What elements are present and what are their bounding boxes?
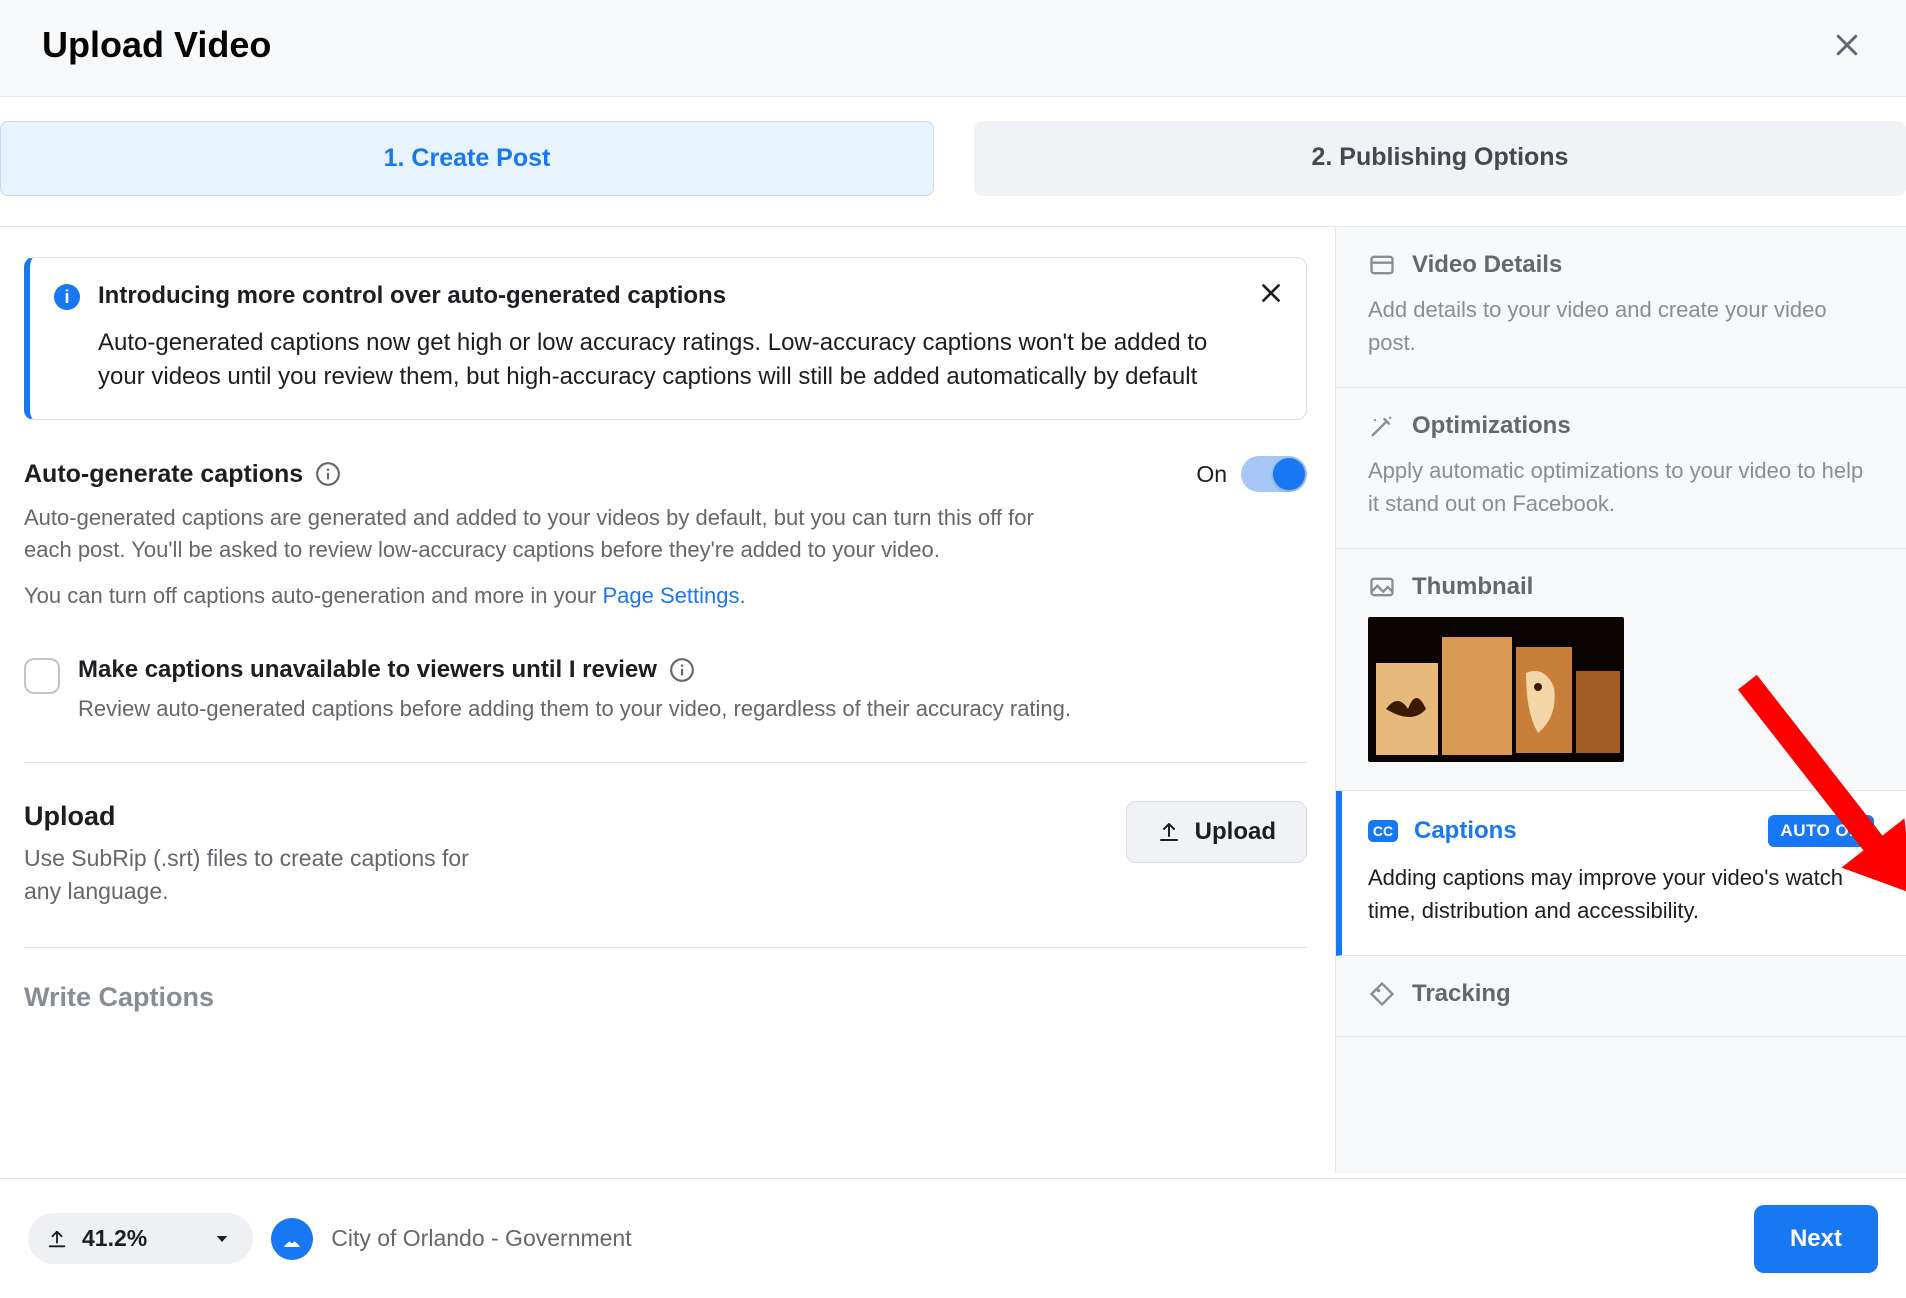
auto-generate-title: Auto-generate captions (24, 460, 303, 489)
info-banner-title: Introducing more control over auto-gener… (98, 282, 1238, 310)
upload-section-desc: Use SubRip (.srt) files to create captio… (24, 842, 504, 909)
upload-section-title: Upload (24, 801, 504, 832)
page-title: Upload Video (42, 24, 271, 66)
sidebar-item-video-details[interactable]: Video Details Add details to your video … (1336, 227, 1906, 388)
review-checkbox[interactable] (24, 658, 60, 694)
write-captions-title: Write Captions (24, 982, 1307, 1013)
review-checkbox-label: Make captions unavailable to viewers unt… (78, 656, 657, 684)
upload-progress-value: 41.2% (82, 1225, 147, 1252)
upload-button[interactable]: Upload (1126, 801, 1307, 863)
next-button[interactable]: Next (1754, 1205, 1878, 1273)
tag-icon (1368, 980, 1396, 1008)
close-icon (1832, 30, 1862, 60)
auto-generate-toggle[interactable] (1241, 456, 1307, 492)
review-checkbox-desc: Review auto-generated captions before ad… (78, 696, 1071, 722)
auto-generate-desc: Auto-generated captions are generated an… (24, 502, 1064, 566)
cc-icon: CC (1368, 820, 1398, 842)
sidebar-item-optimizations[interactable]: Optimizations Apply automatic optimizati… (1336, 388, 1906, 549)
close-icon (1258, 280, 1284, 306)
wand-icon (1368, 412, 1396, 440)
help-icon[interactable] (669, 657, 695, 683)
tab-create-post[interactable]: 1. Create Post (0, 121, 934, 196)
sidebar-item-tracking[interactable]: Tracking (1336, 956, 1906, 1037)
close-button[interactable] (1830, 28, 1864, 62)
auto-on-badge: AUTO ON (1768, 815, 1874, 847)
sidebar-item-captions[interactable]: CC Captions AUTO ON Adding captions may … (1336, 791, 1906, 956)
page-settings-link[interactable]: Page Settings (603, 583, 740, 608)
chevron-down-icon (213, 1230, 231, 1248)
page-avatar[interactable] (271, 1218, 313, 1260)
page-name-label: City of Orlando - Government (331, 1225, 631, 1252)
help-icon[interactable] (315, 461, 341, 487)
thumbnail-preview[interactable] (1368, 617, 1624, 762)
tab-publishing-options[interactable]: 2. Publishing Options (974, 121, 1906, 196)
upload-progress-dropdown[interactable]: 41.2% (28, 1213, 253, 1264)
toggle-state-label: On (1196, 461, 1227, 488)
card-icon (1368, 251, 1396, 279)
upload-icon (46, 1228, 68, 1250)
info-banner: i Introducing more control over auto-gen… (24, 257, 1307, 420)
sidebar-item-thumbnail[interactable]: Thumbnail (1336, 549, 1906, 791)
auto-generate-desc-2: You can turn off captions auto-generatio… (24, 580, 1064, 612)
image-icon (1368, 573, 1396, 601)
info-banner-body: Auto-generated captions now get high or … (98, 326, 1238, 393)
info-banner-close-button[interactable] (1256, 278, 1286, 308)
upload-icon (1157, 820, 1181, 844)
info-icon: i (54, 284, 80, 310)
